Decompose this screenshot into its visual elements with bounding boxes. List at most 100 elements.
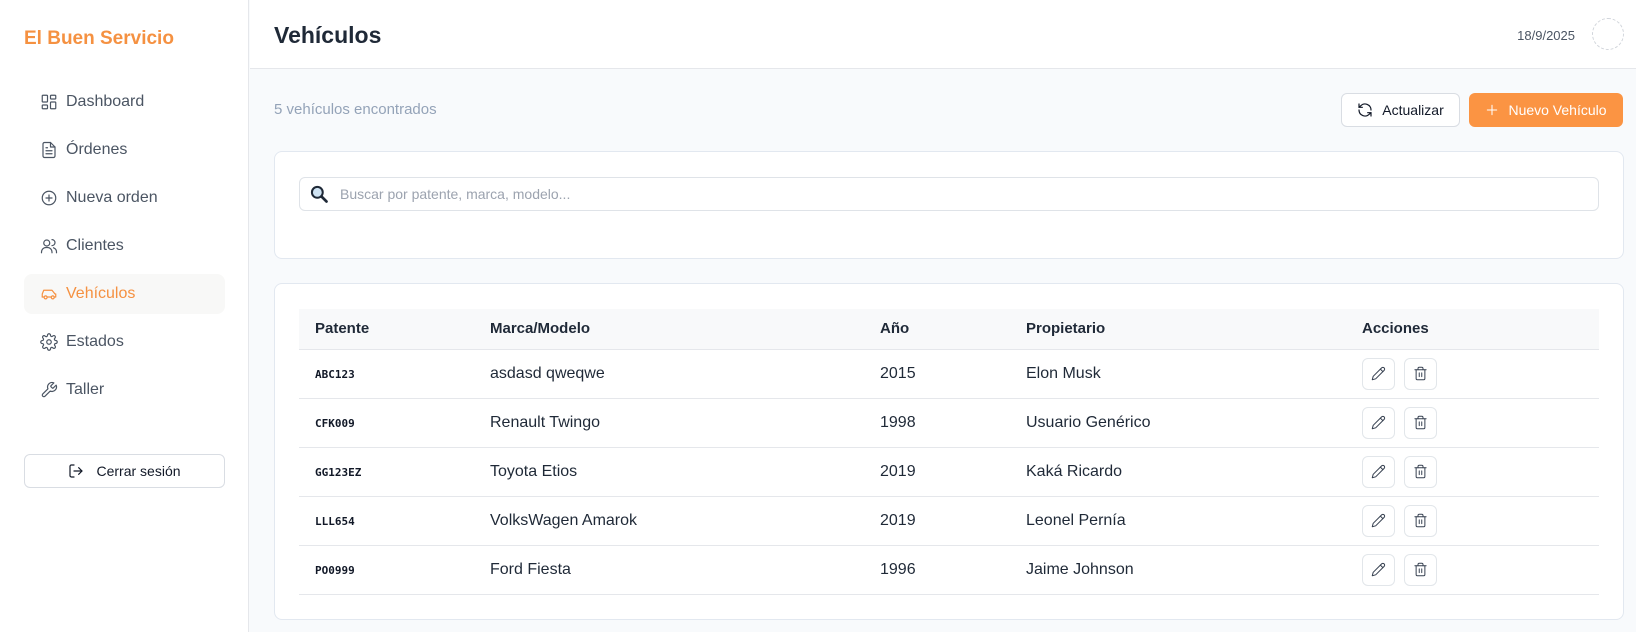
- pencil-icon: [1371, 464, 1386, 479]
- edit-button[interactable]: [1362, 504, 1395, 537]
- sidebar-item-dashboard[interactable]: Dashboard: [24, 82, 225, 122]
- sidebar-item-ordenes[interactable]: Órdenes: [24, 130, 225, 170]
- sidebar-item-vehiculos[interactable]: Vehículos: [24, 274, 225, 314]
- year-cell: 2015: [880, 364, 916, 382]
- pencil-icon: [1371, 513, 1386, 528]
- brand-model-cell: Toyota Etios: [490, 462, 578, 480]
- sidebar-item-label: Dashboard: [66, 93, 145, 110]
- edit-button[interactable]: [1362, 455, 1395, 488]
- column-header-acciones: Acciones: [1362, 320, 1429, 338]
- search-input[interactable]: [340, 186, 1598, 202]
- search-box: [299, 177, 1599, 211]
- gear-icon: [40, 333, 58, 351]
- year-cell: 2019: [880, 511, 916, 529]
- brand-model-cell: VolksWagen Amarok: [490, 511, 638, 529]
- results-count: 5 vehículos encontrados: [274, 101, 437, 118]
- trash-icon: [1414, 464, 1427, 479]
- sidebar-nav: Dashboard Órdenes Nueva orden Clientes V…: [24, 82, 225, 418]
- avatar[interactable]: [1592, 18, 1624, 50]
- vehicles-table-card: Patente Marca/Modelo Año Propietario Acc…: [274, 283, 1624, 620]
- brand-model-cell: Ford Fiesta: [490, 560, 571, 578]
- logout-button[interactable]: Cerrar sesión: [24, 454, 225, 488]
- page-title: Vehículos: [274, 22, 382, 48]
- document-icon: [40, 141, 58, 159]
- year-cell: 1998: [880, 413, 916, 431]
- sidebar: El Buen Servicio Dashboard Órdenes Nueva…: [0, 0, 249, 632]
- year-cell: 2019: [880, 462, 916, 480]
- plate-cell: GG123EZ: [315, 465, 362, 479]
- owner-cell: Jaime Johnson: [1026, 560, 1134, 578]
- search-icon: [308, 183, 330, 205]
- header-date: 18/9/2025: [1517, 28, 1575, 43]
- edit-button[interactable]: [1362, 357, 1395, 390]
- logout-label: Cerrar sesión: [96, 463, 181, 479]
- pencil-icon: [1371, 562, 1386, 577]
- column-header-propietario[interactable]: Propietario: [1026, 309, 1362, 349]
- owner-cell: Usuario Genérico: [1026, 413, 1151, 431]
- brand-title: El Buen Servicio: [24, 28, 174, 49]
- plus-circle-icon: [40, 189, 58, 207]
- plus-icon: [1487, 104, 1498, 116]
- row-actions: [1362, 357, 1599, 390]
- plate-cell: LLL654: [315, 514, 355, 528]
- plate-cell: CFK009: [315, 416, 355, 430]
- delete-button[interactable]: [1404, 504, 1437, 537]
- users-icon: [40, 237, 58, 255]
- plate-cell: PO0999: [315, 563, 355, 577]
- dashboard-icon: [40, 93, 58, 111]
- edit-button[interactable]: [1362, 406, 1395, 439]
- table-row: ABC123 asdasd qweqwe 2015 Elon Musk: [299, 349, 1599, 398]
- sidebar-item-label: Taller: [66, 381, 105, 398]
- trash-icon: [1414, 415, 1427, 430]
- column-header-anio[interactable]: Año: [880, 309, 1026, 349]
- trash-icon: [1414, 366, 1427, 381]
- edit-button[interactable]: [1362, 553, 1395, 586]
- trash-icon: [1414, 513, 1427, 528]
- owner-cell: Elon Musk: [1026, 364, 1101, 382]
- delete-button[interactable]: [1404, 406, 1437, 439]
- refresh-label: Actualizar: [1382, 102, 1444, 118]
- year-cell: 1996: [880, 560, 916, 578]
- top-header: Vehículos 18/9/2025: [250, 0, 1636, 69]
- brand-model-cell: Renault Twingo: [490, 413, 600, 431]
- pencil-icon: [1371, 366, 1386, 381]
- delete-button[interactable]: [1404, 357, 1437, 390]
- sidebar-item-estados[interactable]: Estados: [24, 322, 225, 362]
- logout-icon: [69, 464, 84, 478]
- new-vehicle-label: Nuevo Vehículo: [1508, 102, 1607, 118]
- column-header-patente[interactable]: Patente: [299, 309, 490, 349]
- column-header-marca-modelo[interactable]: Marca/Modelo: [490, 309, 880, 349]
- sidebar-item-label: Vehículos: [66, 285, 136, 302]
- car-icon: [40, 285, 58, 303]
- table-row: CFK009 Renault Twingo 1998 Usuario Genér…: [299, 398, 1599, 447]
- trash-icon: [1414, 562, 1427, 577]
- brand-model-cell: asdasd qweqwe: [490, 364, 605, 382]
- sidebar-item-nueva-orden[interactable]: Nueva orden: [24, 178, 225, 218]
- row-actions: [1362, 553, 1599, 586]
- search-card: [274, 151, 1624, 259]
- plate-cell: ABC123: [315, 367, 355, 381]
- owner-cell: Leonel Pernía: [1026, 511, 1126, 529]
- vehicles-table: Patente Marca/Modelo Año Propietario Acc…: [299, 309, 1599, 595]
- delete-button[interactable]: [1404, 455, 1437, 488]
- sidebar-item-label: Clientes: [66, 237, 124, 254]
- refresh-icon: [1358, 103, 1372, 117]
- sidebar-item-label: Órdenes: [66, 141, 128, 158]
- new-vehicle-button[interactable]: Nuevo Vehículo: [1469, 93, 1623, 127]
- row-actions: [1362, 504, 1599, 537]
- table-row: LLL654 VolksWagen Amarok 2019 Leonel Per…: [299, 496, 1599, 545]
- delete-button[interactable]: [1404, 553, 1437, 586]
- table-row: GG123EZ Toyota Etios 2019 Kaká Ricardo: [299, 447, 1599, 496]
- sidebar-item-label: Estados: [66, 333, 124, 350]
- refresh-button[interactable]: Actualizar: [1341, 93, 1460, 127]
- owner-cell: Kaká Ricardo: [1026, 462, 1123, 480]
- sidebar-item-clientes[interactable]: Clientes: [24, 226, 225, 266]
- row-actions: [1362, 406, 1599, 439]
- pencil-icon: [1371, 415, 1386, 430]
- wrench-icon: [40, 381, 58, 399]
- sidebar-item-taller[interactable]: Taller: [24, 370, 225, 410]
- table-row: PO0999 Ford Fiesta 1996 Jaime Johnson: [299, 545, 1599, 594]
- row-actions: [1362, 455, 1599, 488]
- table-header-row: Patente Marca/Modelo Año Propietario Acc…: [299, 309, 1599, 349]
- sidebar-item-label: Nueva orden: [66, 189, 158, 206]
